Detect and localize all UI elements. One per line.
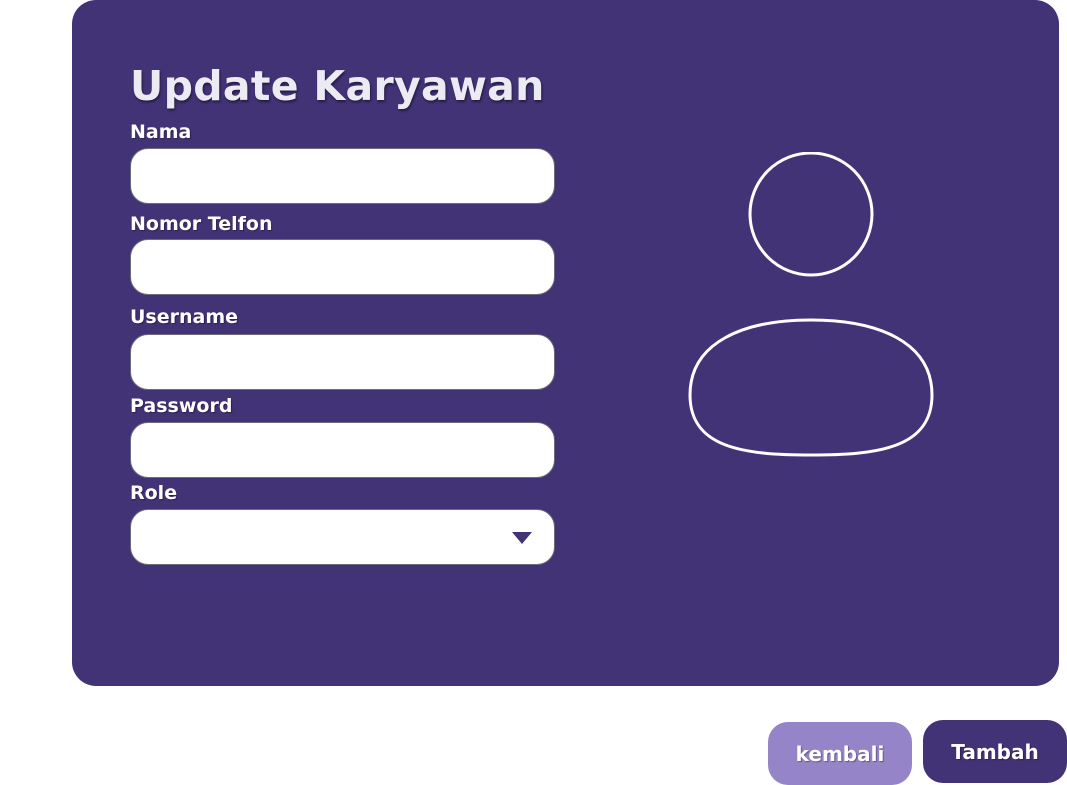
role-label: Role (130, 482, 178, 504)
nama-label: Nama (130, 121, 192, 143)
nama-input[interactable] (130, 148, 555, 204)
nomor-telfon-label: Nomor Telfon (130, 213, 273, 235)
chevron-down-icon[interactable] (512, 532, 532, 544)
password-label: Password (130, 395, 233, 417)
username-input[interactable] (130, 334, 555, 390)
page-title: Update Karyawan (130, 62, 545, 110)
user-avatar-icon (688, 152, 934, 457)
nomor-telfon-input[interactable] (130, 239, 555, 295)
add-button[interactable]: Tambah (923, 720, 1067, 783)
page: Update Karyawan Nama Nomor Telfon Userna… (0, 0, 1067, 785)
back-button[interactable]: kembali (768, 722, 912, 785)
username-label: Username (130, 306, 239, 328)
password-input[interactable] (130, 422, 555, 478)
role-select[interactable] (130, 509, 555, 565)
